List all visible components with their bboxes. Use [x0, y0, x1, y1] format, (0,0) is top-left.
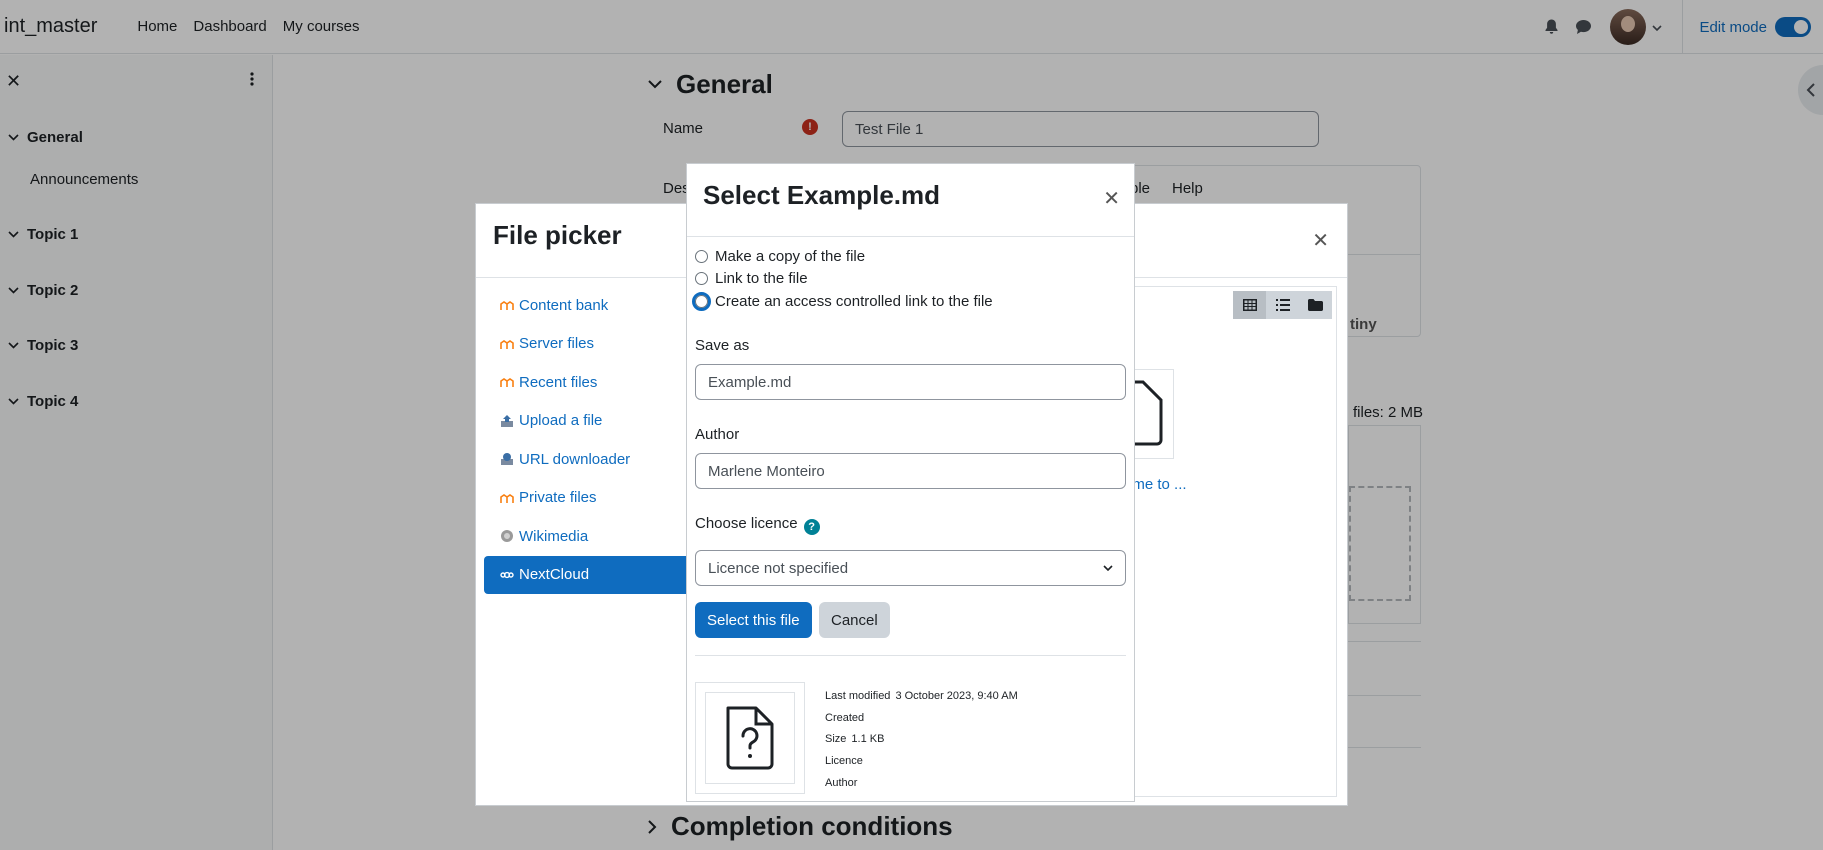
select-dialog-header-divider	[687, 236, 1134, 237]
repository-server-files[interactable]: Server files	[484, 325, 694, 364]
select-this-file-button[interactable]: Select this file	[695, 602, 812, 638]
author-label: Author	[695, 426, 740, 443]
repository-label: Server files	[519, 335, 595, 353]
repository-label: Wikimedia	[519, 527, 589, 545]
moodle-icon	[500, 298, 514, 312]
select-dialog-divider	[695, 655, 1126, 656]
repository-label: NextCloud	[519, 566, 590, 584]
access-controlled-link-radio[interactable]	[692, 292, 711, 311]
view-switcher	[1233, 291, 1332, 319]
tree-view-button[interactable]	[1299, 291, 1332, 319]
licence-select[interactable]: Licence not specified	[695, 550, 1126, 586]
meta-value: 3 October 2023, 9:40 AM	[895, 690, 1018, 702]
repository-private-files[interactable]: Private files	[484, 479, 694, 518]
file-picker-close-icon[interactable]: ✕	[1312, 228, 1329, 253]
url-icon	[500, 452, 514, 466]
repository-list: Content bank Server files Recent files U…	[484, 286, 694, 594]
meta-key: Size	[825, 733, 847, 745]
select-dialog-title: Select Example.md	[703, 180, 940, 210]
choose-licence-text: Choose licence	[695, 515, 798, 532]
repository-nextcloud[interactable]: NextCloud	[484, 555, 694, 594]
meta-key: Author	[825, 777, 858, 789]
repository-label: Content bank	[519, 296, 609, 314]
author-input[interactable]: Marlene Monteiro	[695, 453, 1126, 489]
moodle-icon	[500, 491, 514, 505]
icon-view-button[interactable]	[1233, 291, 1266, 319]
list-view-button[interactable]	[1266, 291, 1299, 319]
meta-key: Last modified	[825, 690, 891, 702]
option-label: Create an access controlled link to the …	[715, 293, 993, 310]
link-to-file-radio[interactable]	[695, 272, 708, 285]
option-label: Link to the file	[715, 270, 808, 287]
option-make-copy[interactable]: Make a copy of the file	[695, 248, 865, 265]
option-label: Make a copy of the file	[715, 248, 866, 265]
meta-key: Created	[825, 712, 865, 724]
help-question-icon[interactable]: ?	[803, 519, 820, 535]
repository-wikimedia[interactable]: Wikimedia	[484, 517, 694, 556]
repository-label: Private files	[519, 489, 597, 507]
option-link-to-file[interactable]: Link to the file	[695, 270, 808, 287]
option-access-controlled-link[interactable]: Create an access controlled link to the …	[692, 292, 993, 311]
wikimedia-icon	[500, 529, 514, 543]
repository-url-downloader[interactable]: URL downloader	[484, 440, 694, 479]
meta-licence: Licence	[825, 755, 868, 767]
repository-recent-files[interactable]: Recent files	[484, 363, 694, 402]
meta-author: Author	[825, 777, 862, 789]
meta-key: Licence	[825, 755, 863, 767]
moodle-icon	[500, 375, 514, 389]
selected-file-preview	[695, 682, 805, 794]
select-file-dialog: Select Example.md ✕ Make a copy of the f…	[686, 163, 1135, 802]
save-as-input[interactable]: Example.md	[695, 364, 1126, 400]
save-as-label: Save as	[695, 337, 750, 354]
meta-value: 1.1 KB	[851, 733, 885, 745]
repository-label: Recent files	[519, 373, 598, 391]
choose-licence-label: Choose licence?	[695, 515, 820, 535]
file-preview-frame	[705, 692, 795, 784]
repository-upload-a-file[interactable]: Upload a file	[484, 402, 694, 441]
grid-icon	[1242, 299, 1257, 311]
meta-last-modified: Last modified 3 October 2023, 9:40 AM	[825, 690, 1018, 702]
make-copy-radio[interactable]	[695, 250, 708, 263]
unknown-file-icon	[726, 706, 774, 770]
licence-selected-value: Licence not specified	[708, 559, 849, 577]
upload-icon	[500, 414, 514, 428]
chevron-down-icon	[1103, 565, 1113, 571]
moodle-icon	[500, 337, 514, 351]
cancel-button[interactable]: Cancel	[819, 602, 890, 638]
file-picker-title: File picker	[493, 220, 622, 250]
repository-content-bank[interactable]: Content bank	[484, 286, 694, 325]
meta-created: Created	[825, 712, 869, 724]
folder-icon	[1308, 299, 1323, 311]
select-dialog-close-icon[interactable]: ✕	[1103, 186, 1120, 211]
repository-label: URL downloader	[519, 450, 631, 468]
list-icon	[1275, 299, 1290, 311]
repository-label: Upload a file	[519, 412, 603, 430]
meta-size: Size 1.1 KB	[825, 733, 884, 745]
nextcloud-icon	[500, 568, 514, 582]
